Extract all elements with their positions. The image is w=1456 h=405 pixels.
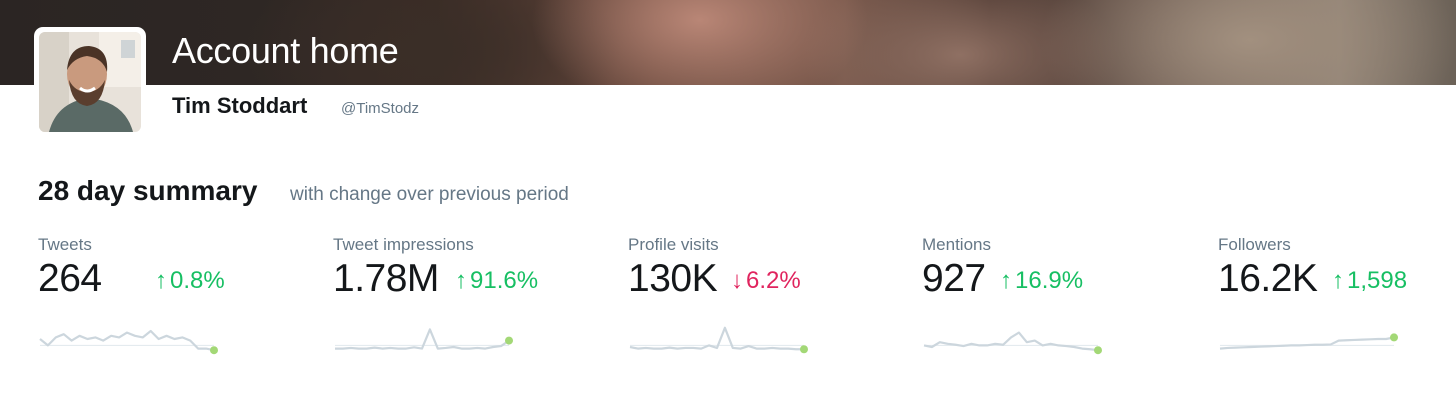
stat-value: 264 [38, 257, 102, 300]
sparkline-endpoint [1094, 346, 1102, 355]
avatar-photo-icon [39, 32, 141, 132]
stat-value: 927 [922, 257, 986, 300]
sparkline-endpoint [505, 336, 513, 345]
stat-value: 1.78M [333, 257, 439, 300]
arrow-up-icon: ↑ [455, 267, 467, 294]
stat-label: Followers [1218, 235, 1291, 254]
avatar[interactable] [34, 27, 146, 137]
stat-label: Tweet impressions [333, 235, 474, 254]
stat-label: Mentions [922, 235, 991, 254]
stat-change-value: 16.9% [1015, 267, 1084, 294]
page-title: Account home [172, 30, 399, 71]
summary-subtitle: with change over previous period [290, 184, 569, 205]
stat-value: 130K [628, 257, 718, 300]
stat-change: ↑ 0.8% [155, 267, 225, 295]
stat-label: Tweets [38, 235, 92, 254]
stat-change-value: 0.8% [170, 267, 225, 294]
sparkline-tweet-impressions [335, 328, 513, 350]
sparkline-mentions [923, 331, 1102, 355]
arrow-up-icon: ↑ [1332, 267, 1344, 294]
sparkline-endpoint [210, 346, 218, 355]
stat-change: ↑ 1,598 [1332, 267, 1407, 295]
sparkline-trend [1219, 336, 1395, 350]
stat-change: ↑ 91.6% [455, 267, 538, 295]
stat-change: ↓ 6.2% [731, 267, 801, 295]
stat-followers[interactable]: Followers 16.2K ↑ 1,598 [1218, 235, 1456, 365]
stat-change-value: 1,598 [1347, 267, 1408, 294]
summary-title: 28 day summary [38, 175, 258, 206]
stat-label: Profile visits [628, 235, 719, 254]
profile-handle[interactable]: @TimStodz [341, 100, 419, 117]
profile-name[interactable]: Tim Stoddart [172, 93, 307, 119]
arrow-up-icon: ↑ [155, 267, 167, 294]
stat-tweet-impressions[interactable]: Tweet impressions 1.78M ↑ 91.6% [333, 235, 593, 365]
sparkline-trend [923, 331, 1099, 352]
sparkline-tweets [39, 329, 218, 355]
stat-tweets[interactable]: Tweets 264 ↑ 0.8% [38, 235, 298, 365]
header-banner: Account home [0, 0, 1456, 85]
arrow-up-icon: ↑ [1000, 267, 1012, 294]
sparkline-trend [629, 326, 804, 351]
stat-profile-visits[interactable]: Profile visits 130K ↓ 6.2% [628, 235, 888, 365]
sparkline-trend [39, 329, 215, 352]
stat-change-value: 91.6% [470, 267, 539, 294]
sparkline-endpoint [800, 345, 808, 354]
sparkline-profile-visits [629, 326, 808, 354]
sparkline-endpoint [1390, 333, 1398, 342]
stat-change: ↑ 16.9% [1000, 267, 1083, 295]
stat-mentions[interactable]: Mentions 927 ↑ 16.9% [922, 235, 1182, 365]
sparkline-followers [1219, 333, 1398, 350]
stat-change-value: 6.2% [746, 267, 801, 294]
stat-value: 16.2K [1218, 257, 1318, 300]
arrow-down-icon: ↓ [731, 267, 743, 294]
